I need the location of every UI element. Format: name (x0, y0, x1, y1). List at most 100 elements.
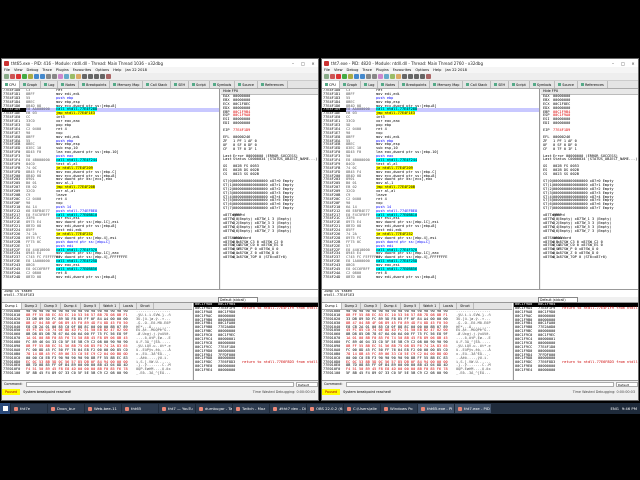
clock[interactable]: 9:46 PM (622, 406, 637, 411)
tab-cpu[interactable]: CPU (322, 81, 340, 88)
dump-tab[interactable]: Dump 4 (61, 303, 81, 309)
menu-item[interactable]: Jan 22 2018 (125, 68, 147, 72)
menu-item[interactable]: View (14, 68, 23, 72)
start-button[interactable] (0, 403, 10, 414)
step-into-icon[interactable] (34, 74, 39, 79)
dump-tab[interactable]: Dump 3 (41, 303, 61, 309)
tab-cpu[interactable]: CPU (2, 81, 20, 88)
command-type-select[interactable]: Default (296, 381, 318, 387)
language-indicator[interactable]: ENG (611, 406, 619, 411)
dump-tab[interactable]: Dump 4 (381, 303, 401, 309)
tab-seh[interactable]: SEH (491, 81, 510, 88)
dump-tab[interactable]: Dump 1 (2, 303, 22, 309)
maximize-icon[interactable]: □ (298, 61, 308, 66)
disassembly-view[interactable]: 77E4F1D0 C3 ret 77E4F1D1 8BFF mov edi,edi 77E4… (322, 89, 540, 289)
tab-graph[interactable]: Graph (340, 81, 362, 88)
disassembly-view[interactable]: 77E4F1D0 C3 ret 77E4F1D1 8BFF mov edi,edi 77E4… (2, 89, 220, 289)
run-icon[interactable] (342, 74, 347, 79)
functions-icon[interactable] (100, 74, 105, 79)
menu-item[interactable]: Options (95, 68, 109, 72)
comments-icon[interactable] (82, 74, 87, 79)
step-over-icon[interactable] (40, 74, 45, 79)
menu-item[interactable]: File (324, 68, 330, 72)
close-icon[interactable]: × (308, 61, 318, 66)
dump-tab[interactable]: Dump 5 (81, 303, 101, 309)
registers-view[interactable]: Hide FPU EAX 00000000 EBX 00000000 ECX 00C1F8… (221, 89, 318, 289)
command-input[interactable] (25, 381, 294, 387)
dump-view[interactable]: 77E01000 90 90 90 90 90 90 90 90 90 90 90… (322, 310, 512, 380)
dump-tab[interactable]: Dump 1 (322, 303, 342, 309)
calculator-icon[interactable] (426, 74, 431, 79)
dump-row[interactable]: 77E01100 5F 8B 45 F4 89 07 33 C0 5F 5E 5B… (2, 371, 192, 376)
taskbar-item[interactable]: tht65 (122, 404, 158, 413)
trace-over-icon[interactable] (372, 74, 377, 79)
tab-call-stack[interactable]: Call Stack (143, 81, 172, 88)
tab-source[interactable]: Source (235, 81, 258, 88)
pause-icon[interactable] (348, 74, 353, 79)
execute-till-return-icon[interactable] (378, 74, 383, 79)
register-row[interactable]: LastStatus C0000034 (STATUS_OBJECT_NAME.… (221, 158, 318, 162)
run-to-user-code-icon[interactable] (384, 74, 389, 79)
menu-item[interactable]: Help (433, 68, 441, 72)
pause-icon[interactable] (28, 74, 33, 79)
debugger-window-right[interactable]: tht7.exe - PID: 4820 - Module: ntdll.dll… (321, 58, 639, 401)
taskbar-item[interactable]: Windows Po (381, 404, 417, 413)
dump-tab[interactable]: Dump 2 (342, 303, 362, 309)
menu-item[interactable]: Trace (362, 68, 372, 72)
dump-tab[interactable]: Locals (120, 303, 138, 309)
run-icon[interactable] (22, 74, 27, 79)
command-input[interactable] (345, 381, 614, 387)
dump-view[interactable]: 77E01000 90 90 90 90 90 90 90 90 90 90 90… (2, 310, 192, 380)
dump-tab[interactable]: Locals (440, 303, 458, 309)
calculator-icon[interactable] (106, 74, 111, 79)
dump-tab[interactable]: Watch 1 (420, 303, 441, 309)
patch-icon[interactable] (396, 74, 401, 79)
tab-symbols[interactable]: Symbols (530, 81, 556, 88)
trace-icon[interactable] (366, 74, 371, 79)
dump-tab[interactable]: Watch 1 (100, 303, 121, 309)
dump-row[interactable]: 77E01100 5F 8B 45 F4 89 07 33 C0 5F 5E 5B… (322, 371, 512, 376)
step-into-icon[interactable] (354, 74, 359, 79)
bookmarks-icon[interactable] (94, 74, 99, 79)
open-icon[interactable] (4, 74, 9, 79)
scylla-icon[interactable] (390, 74, 395, 79)
menu-item[interactable]: View (334, 68, 343, 72)
minimize-icon[interactable]: – (608, 61, 618, 66)
tab-notes[interactable]: Notes (58, 81, 80, 88)
dump-tab[interactable]: Struct (137, 303, 154, 309)
taskbar-item[interactable]: OBS 22.0.2 (64 (307, 404, 343, 413)
taskbar-item[interactable]: tht7.exe - PID (455, 404, 491, 413)
functions-icon[interactable] (420, 74, 425, 79)
tab-log[interactable]: Log (41, 81, 59, 88)
tab-symbols[interactable]: Symbols (210, 81, 236, 88)
scylla-icon[interactable] (70, 74, 75, 79)
restart-icon[interactable] (10, 74, 15, 79)
tab-script[interactable]: Script (509, 81, 530, 88)
register-row[interactable]: LastStatus C0000034 (STATUS_OBJECT_NAME.… (541, 158, 638, 162)
run-to-user-code-icon[interactable] (64, 74, 69, 79)
stop-icon[interactable] (336, 74, 341, 79)
stop-icon[interactable] (16, 74, 21, 79)
tab-references[interactable]: References (258, 81, 288, 88)
debugger-window-left[interactable]: tht65.exe - PID: 416 - Module: ntdll.dll… (1, 58, 319, 401)
stack-row[interactable]: 00C1F9E4 00000000 (514, 368, 638, 373)
execute-till-return-icon[interactable] (58, 74, 63, 79)
minimize-icon[interactable]: – (288, 61, 298, 66)
menu-item[interactable]: Jan 22 2018 (445, 68, 467, 72)
taskbar-item[interactable]: tht7e (11, 404, 47, 413)
tab-graph[interactable]: Graph (20, 81, 42, 88)
command-type-select[interactable]: Default (616, 381, 638, 387)
trace-over-icon[interactable] (52, 74, 57, 79)
step-over-icon[interactable] (360, 74, 365, 79)
tab-breakpoints[interactable]: Breakpoints (79, 81, 111, 88)
restart-icon[interactable] (330, 74, 335, 79)
tab-source[interactable]: Source (555, 81, 578, 88)
taskbar-item[interactable]: Dvon_bur (48, 404, 84, 413)
open-icon[interactable] (324, 74, 329, 79)
disasm-row[interactable]: 77E4F24D 8B7D 08 mov edi,dword ptr ss:[ebp… (2, 275, 219, 280)
tab-script[interactable]: Script (189, 81, 210, 88)
registers-view[interactable]: Hide FPU EAX 00000000 EBX 00000000 ECX 00C1F8… (541, 89, 638, 289)
stack-view[interactable]: 00C1F9A0 00C1F9B4 00C1F9A4 77E4F1F9 return t… (193, 303, 318, 380)
menu-item[interactable]: Plugins (56, 68, 69, 72)
dump-tab[interactable]: Dump 5 (401, 303, 421, 309)
